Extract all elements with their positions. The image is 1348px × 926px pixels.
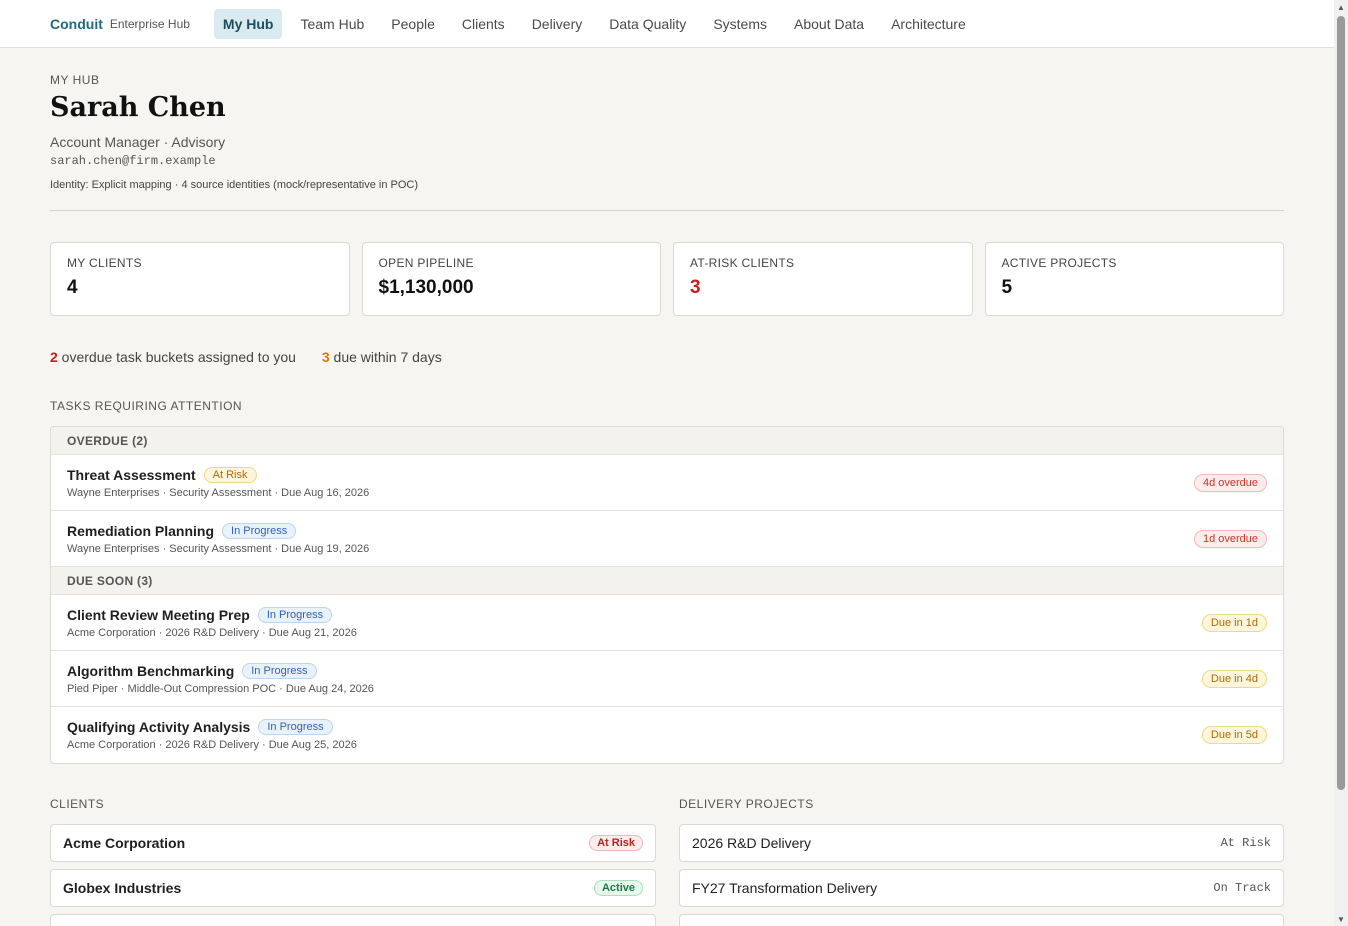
project-name[interactable]: 2026 R&D Delivery [692, 835, 811, 851]
task-row[interactable]: Remediation Planning In Progress Wayne E… [51, 511, 1283, 567]
task-row[interactable]: Qualifying Activity Analysis In Progress… [51, 707, 1283, 763]
project-row[interactable] [679, 914, 1284, 926]
status-badge: Active [593, 880, 643, 896]
task-meta: Acme Corporation · 2026 R&D Delivery · D… [67, 626, 357, 639]
client-name[interactable]: Acme Corporation [63, 835, 185, 851]
project-row[interactable]: FY27 Transformation Delivery On Track [679, 869, 1284, 907]
task-name[interactable]: Client Review Meeting Prep [67, 607, 250, 623]
due-soon-count: 3 [321, 349, 330, 365]
clients-list: Acme Corporation At Risk Globex Industri… [50, 824, 656, 926]
kpi-value: 4 [67, 277, 78, 298]
scroll-thumb[interactable] [1337, 16, 1345, 790]
task-meta: Pied Piper · Middle-Out Compression POC … [67, 682, 374, 695]
kpi-label: MY CLIENTS [67, 256, 142, 270]
kpi-active-projects: ACTIVE PROJECTS 5 [984, 242, 1284, 316]
overdue-group-header: OVERDUE (2) [51, 427, 1283, 455]
client-name[interactable]: Globex Industries [63, 880, 181, 896]
tab-delivery[interactable]: Delivery [523, 9, 592, 39]
tab-team-hub[interactable]: Team Hub [291, 9, 373, 39]
kpi-value: 3 [690, 277, 701, 298]
status-badge: At Risk [589, 835, 643, 851]
tab-people[interactable]: People [382, 9, 444, 39]
kpi-label: OPEN PIPELINE [378, 256, 474, 270]
page-scrollbar[interactable]: ▲ ▼ [1334, 0, 1348, 926]
clients-section-title: CLIENTS [50, 797, 105, 811]
task-alert-summary: 2 overdue task buckets assigned to you 3… [50, 349, 442, 365]
tab-systems[interactable]: Systems [704, 9, 776, 39]
kpi-open-pipeline: OPEN PIPELINE $1,130,000 [361, 242, 661, 316]
due-badge: 1d overdue [1193, 529, 1267, 548]
due-badge: Due in 4d [1201, 669, 1267, 688]
status-badge: In Progress [258, 719, 333, 735]
scroll-down-icon[interactable]: ▼ [1337, 915, 1345, 924]
task-name[interactable]: Algorithm Benchmarking [67, 663, 234, 679]
tasks-section-title: TASKS REQUIRING ATTENTION [50, 399, 243, 413]
task-row[interactable]: Client Review Meeting Prep In Progress A… [51, 595, 1283, 651]
project-status: At Risk [1220, 836, 1271, 850]
task-name[interactable]: Remediation Planning [67, 523, 214, 539]
project-status: On Track [1213, 881, 1271, 895]
status-badge: In Progress [222, 522, 297, 539]
brand-logo[interactable]: Conduit [50, 16, 103, 32]
identity-note: Identity: Explicit mapping · 4 source id… [50, 179, 419, 191]
task-meta: Acme Corporation · 2026 R&D Delivery · D… [67, 739, 357, 751]
kpi-label: AT-RISK CLIENTS [690, 256, 795, 270]
due-badge: 4d overdue [1193, 473, 1267, 492]
user-email: sarah.chen@firm.example [50, 154, 216, 168]
project-row[interactable]: 2026 R&D Delivery At Risk [679, 824, 1284, 862]
projects-section-title: DELIVERY PROJECTS [679, 797, 814, 811]
top-nav: Conduit Enterprise Hub My Hub Team Hub P… [0, 0, 1334, 48]
kpi-value: 5 [1001, 277, 1013, 298]
task-name[interactable]: Threat Assessment [67, 467, 196, 483]
due-badge: Due in 5d [1201, 726, 1267, 744]
client-row[interactable]: Globex Industries Active [50, 869, 656, 907]
due-soon-text: due within 7 days [329, 349, 442, 365]
task-row[interactable]: Algorithm Benchmarking In Progress Pied … [51, 651, 1283, 707]
projects-list: 2026 R&D Delivery At Risk FY27 Transform… [679, 824, 1284, 926]
status-badge: In Progress [257, 606, 333, 623]
overdue-text: overdue task buckets assigned to you [57, 349, 296, 365]
tab-about-data[interactable]: About Data [785, 9, 873, 39]
task-meta: Wayne Enterprises · Security Assessment … [67, 486, 370, 499]
page-title: Sarah Chen [50, 92, 226, 123]
kpi-value: $1,130,000 [378, 277, 474, 298]
task-row[interactable]: Threat Assessment At Risk Wayne Enterpri… [51, 455, 1283, 511]
kpi-my-clients: MY CLIENTS 4 [50, 242, 350, 316]
kpi-at-risk-clients: AT-RISK CLIENTS 3 [673, 242, 973, 316]
overdue-count: 2 [50, 349, 58, 365]
project-name[interactable]: FY27 Transformation Delivery [692, 880, 877, 896]
task-name[interactable]: Qualifying Activity Analysis [67, 719, 250, 735]
header-divider [50, 210, 1284, 211]
task-meta: Wayne Enterprises · Security Assessment … [67, 542, 370, 555]
tab-my-hub[interactable]: My Hub [213, 8, 283, 39]
kpi-row: MY CLIENTS 4 OPEN PIPELINE $1,130,000 AT… [50, 242, 1284, 316]
brand-subtitle: Enterprise Hub [109, 16, 190, 31]
tab-data-quality[interactable]: Data Quality [600, 9, 695, 39]
due-badge: Due in 1d [1201, 613, 1267, 632]
status-badge: In Progress [242, 662, 317, 679]
tab-architecture[interactable]: Architecture [882, 9, 975, 39]
client-row[interactable]: Acme Corporation At Risk [50, 824, 656, 862]
tab-clients[interactable]: Clients [453, 9, 514, 39]
scroll-up-icon[interactable]: ▲ [1337, 3, 1345, 12]
page-eyebrow: MY HUB [50, 73, 100, 87]
due-soon-group-header: DUE SOON (3) [51, 567, 1283, 595]
tasks-panel: OVERDUE (2) Threat Assessment At Risk Wa… [50, 426, 1284, 764]
kpi-label: ACTIVE PROJECTS [1001, 256, 1117, 270]
client-row[interactable] [50, 914, 656, 926]
status-badge: At Risk [203, 466, 257, 483]
user-role: Account Manager · Advisory [50, 134, 226, 150]
